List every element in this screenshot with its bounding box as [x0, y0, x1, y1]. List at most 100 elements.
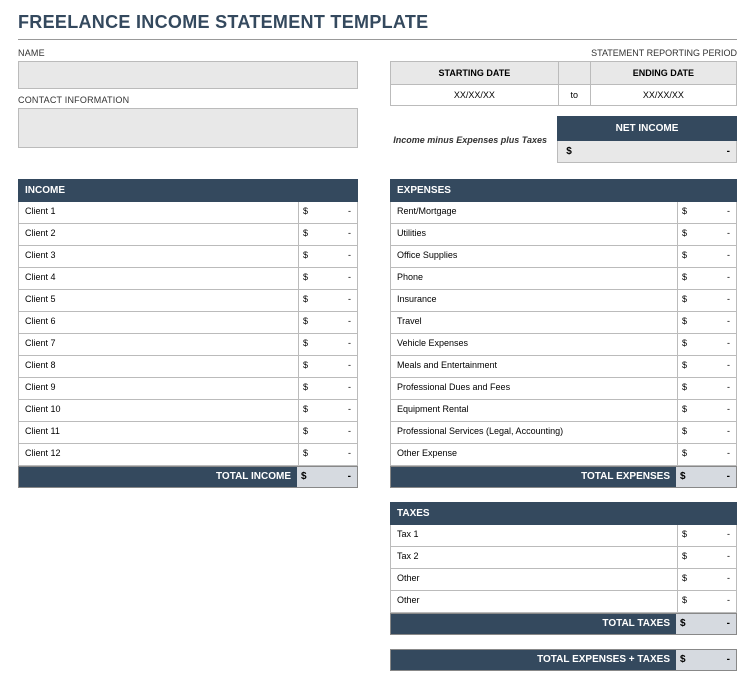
line-item-label[interactable]: Client 4 — [18, 268, 298, 289]
blank-header — [558, 62, 590, 85]
line-item-amount[interactable]: - — [695, 547, 737, 568]
line-item-amount[interactable]: - — [316, 378, 358, 399]
income-total-row: TOTAL INCOME $ - — [18, 466, 358, 488]
currency-symbol: $ — [677, 268, 695, 289]
line-item-amount[interactable]: - — [695, 224, 737, 245]
line-item-label[interactable]: Other — [390, 569, 677, 590]
expenses-total-amount: - — [694, 467, 736, 487]
line-item: Other$- — [390, 591, 737, 613]
line-item-amount[interactable]: - — [316, 334, 358, 355]
line-item: Professional Dues and Fees$- — [390, 378, 737, 400]
ending-date-value[interactable]: XX/XX/XX — [590, 85, 736, 106]
line-item-amount[interactable]: - — [695, 525, 737, 546]
line-item-amount[interactable]: - — [695, 268, 737, 289]
line-item-amount[interactable]: - — [695, 378, 737, 399]
line-item-amount[interactable]: - — [316, 312, 358, 333]
line-item-label[interactable]: Professional Dues and Fees — [390, 378, 677, 399]
line-item-label[interactable]: Client 10 — [18, 400, 298, 421]
currency-symbol: $ — [298, 356, 316, 377]
line-item-amount[interactable]: - — [316, 202, 358, 223]
currency-symbol: $ — [677, 547, 695, 568]
line-item-label[interactable]: Other — [390, 591, 677, 612]
line-item: Travel$- — [390, 312, 737, 334]
currency-symbol: $ — [677, 591, 695, 612]
line-item: Vehicle Expenses$- — [390, 334, 737, 356]
line-item-label[interactable]: Client 7 — [18, 334, 298, 355]
line-item-amount[interactable]: - — [316, 290, 358, 311]
line-item: Meals and Entertainment$- — [390, 356, 737, 378]
line-item-amount[interactable]: - — [316, 356, 358, 377]
line-item-amount[interactable]: - — [695, 444, 737, 465]
currency-symbol: $ — [677, 422, 695, 443]
line-item-amount[interactable]: - — [695, 569, 737, 590]
line-item-amount[interactable]: - — [695, 290, 737, 311]
line-item: Client 10$- — [18, 400, 358, 422]
header-area: NAME CONTACT INFORMATION STATEMENT REPOR… — [18, 48, 737, 163]
line-item-label[interactable]: Client 2 — [18, 224, 298, 245]
page-title: FREELANCE INCOME STATEMENT TEMPLATE — [18, 12, 737, 40]
taxes-section: TAXES Tax 1$-Tax 2$-Other$-Other$- TOTAL… — [390, 502, 737, 635]
line-item: Client 7$- — [18, 334, 358, 356]
to-cell: to — [558, 85, 590, 106]
line-item-label[interactable]: Client 11 — [18, 422, 298, 443]
line-item-label[interactable]: Meals and Entertainment — [390, 356, 677, 377]
line-item-amount[interactable]: - — [695, 591, 737, 612]
line-item-label[interactable]: Office Supplies — [390, 246, 677, 267]
ending-date-header: ENDING DATE — [590, 62, 736, 85]
name-label: NAME — [18, 48, 358, 58]
line-item-label[interactable]: Insurance — [390, 290, 677, 311]
line-item-label[interactable]: Client 9 — [18, 378, 298, 399]
line-item-label[interactable]: Equipment Rental — [390, 400, 677, 421]
line-item-amount[interactable]: - — [316, 246, 358, 267]
line-item: Rent/Mortgage$- — [390, 202, 737, 224]
line-item-label[interactable]: Phone — [390, 268, 677, 289]
line-item-amount[interactable]: - — [316, 422, 358, 443]
currency-symbol: $ — [298, 334, 316, 355]
contact-input[interactable] — [18, 108, 358, 148]
line-item-label[interactable]: Client 8 — [18, 356, 298, 377]
currency-symbol: $ — [298, 246, 316, 267]
line-item-amount[interactable]: - — [316, 268, 358, 289]
currency-symbol: $ — [298, 290, 316, 311]
line-item-label[interactable]: Utilities — [390, 224, 677, 245]
taxes-total-row: TOTAL TAXES $ - — [390, 613, 737, 635]
line-item-label[interactable]: Client 1 — [18, 202, 298, 223]
currency-symbol: $ — [297, 467, 315, 487]
net-income-amount: - — [580, 146, 736, 157]
line-item-label[interactable]: Client 5 — [18, 290, 298, 311]
line-item-label[interactable]: Vehicle Expenses — [390, 334, 677, 355]
line-item-label[interactable]: Client 3 — [18, 246, 298, 267]
line-item-label[interactable]: Travel — [390, 312, 677, 333]
starting-date-value[interactable]: XX/XX/XX — [391, 85, 559, 106]
grand-total-amount: - — [694, 650, 736, 670]
currency-symbol: $ — [677, 378, 695, 399]
income-total-amount: - — [315, 467, 357, 487]
currency-symbol: $ — [298, 268, 316, 289]
currency-symbol: $ — [676, 614, 694, 634]
line-item-amount[interactable]: - — [695, 422, 737, 443]
line-item-amount[interactable]: - — [695, 202, 737, 223]
line-item-amount[interactable]: - — [695, 400, 737, 421]
currency-symbol: $ — [677, 246, 695, 267]
line-item: Client 11$- — [18, 422, 358, 444]
line-item-label[interactable]: Tax 1 — [390, 525, 677, 546]
line-item: Utilities$- — [390, 224, 737, 246]
line-item-label[interactable]: Client 12 — [18, 444, 298, 465]
line-item-amount[interactable]: - — [316, 444, 358, 465]
line-item-label[interactable]: Other Expense — [390, 444, 677, 465]
line-item-amount[interactable]: - — [316, 400, 358, 421]
currency-symbol: $ — [298, 378, 316, 399]
name-input[interactable] — [18, 61, 358, 89]
line-item-amount[interactable]: - — [695, 246, 737, 267]
line-item-label[interactable]: Client 6 — [18, 312, 298, 333]
line-item-amount[interactable]: - — [695, 334, 737, 355]
line-item-label[interactable]: Rent/Mortgage — [390, 202, 677, 223]
line-item-label[interactable]: Professional Services (Legal, Accounting… — [390, 422, 677, 443]
line-item-amount[interactable]: - — [316, 224, 358, 245]
line-item-label[interactable]: Tax 2 — [390, 547, 677, 568]
currency-symbol: $ — [677, 312, 695, 333]
line-item-amount[interactable]: - — [695, 312, 737, 333]
line-item-amount[interactable]: - — [695, 356, 737, 377]
currency-symbol: $ — [298, 422, 316, 443]
net-income-caption: Income minus Expenses plus Taxes — [390, 135, 551, 145]
